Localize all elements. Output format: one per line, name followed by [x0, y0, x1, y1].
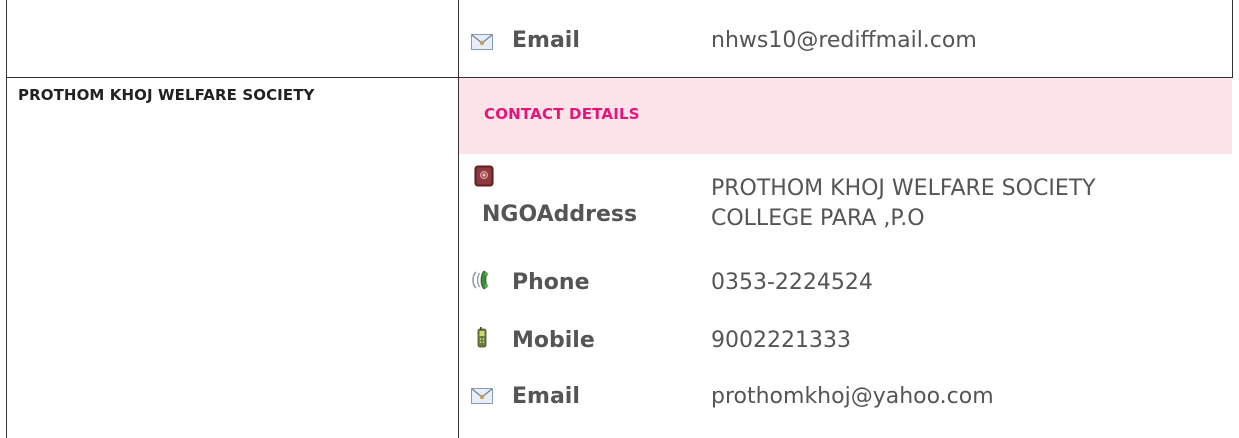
mobile-value: 9002221333: [711, 328, 851, 353]
contact-details-heading: CONTACT DETAILS: [484, 105, 640, 123]
ngo-listing-table: Email nhws10@rediffmail.com PROTHOM KHOJ…: [0, 0, 1239, 438]
phone-value: 0353-2224524: [711, 270, 873, 295]
email-link[interactable]: nhws10@rediffmail.com: [711, 26, 977, 56]
phone-row: Phone 0353-2224524: [470, 262, 1230, 306]
mobile-label: Mobile: [512, 328, 595, 353]
mobile-phone-icon: [470, 326, 494, 350]
address-label: NGOAddress: [482, 202, 638, 227]
mobile-row: Mobile 9002221333: [470, 320, 1230, 364]
address-row: NGOAddress PROTHOM KHOJ WELFARE SOCIETY …: [470, 164, 1230, 254]
envelope-icon: [470, 30, 494, 54]
envelope-icon: [470, 384, 494, 408]
email-link[interactable]: prothomkhoj@yahoo.com: [711, 382, 994, 412]
phone-label: Phone: [512, 270, 590, 295]
address-line-2: COLLEGE PARA ,P.O: [711, 206, 925, 231]
email-row: Email prothomkhoj@yahoo.com: [470, 376, 1230, 420]
email-label: Email: [512, 28, 580, 53]
previous-email-row: Email nhws10@rediffmail.com: [470, 24, 1230, 68]
address-line-1: PROTHOM KHOJ WELFARE SOCIETY: [711, 176, 1096, 201]
address-value: PROTHOM KHOJ WELFARE SOCIETY COLLEGE PAR…: [711, 174, 1096, 234]
organization-name: PROTHOM KHOJ WELFARE SOCIETY: [18, 86, 315, 104]
table-border-right: [1232, 0, 1233, 78]
address-book-icon: [472, 164, 496, 188]
email-label: Email: [512, 384, 580, 409]
table-border-left: [6, 0, 7, 438]
table-border-middle: [458, 0, 459, 438]
phone-icon: [470, 268, 494, 292]
